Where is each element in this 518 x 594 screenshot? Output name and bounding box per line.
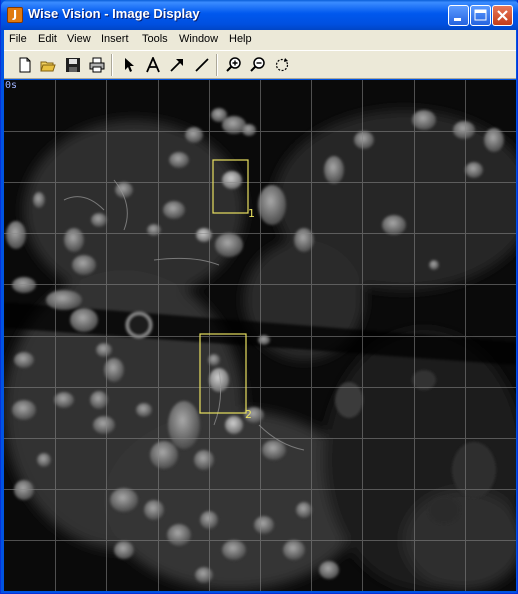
open-button[interactable] xyxy=(38,55,58,75)
menu-view[interactable]: View xyxy=(67,33,91,45)
menu-window[interactable]: Window xyxy=(179,33,218,45)
menu-file[interactable]: File xyxy=(9,33,27,45)
pointer-icon xyxy=(125,58,134,72)
menu-edit[interactable]: Edit xyxy=(38,33,57,45)
new-file-icon xyxy=(19,57,31,73)
app-icon[interactable]: J xyxy=(7,7,23,23)
insert-line-button[interactable] xyxy=(192,55,212,75)
app-window: J Wise Vision - Image Display File Edit … xyxy=(0,0,518,594)
arrow-icon xyxy=(170,59,183,72)
open-folder-icon xyxy=(40,61,56,72)
insert-arrow-button[interactable] xyxy=(167,55,187,75)
zoom-in-button[interactable] xyxy=(224,55,244,75)
new-file-button[interactable] xyxy=(15,55,35,75)
menu-insert[interactable]: Insert xyxy=(101,33,129,45)
save-icon xyxy=(66,58,80,72)
save-button[interactable] xyxy=(63,55,83,75)
minimize-icon xyxy=(454,18,461,21)
rotate-icon xyxy=(275,58,289,72)
fluorescence-image: 1 2 xyxy=(4,80,516,591)
toolbar-separator xyxy=(216,54,218,76)
image-canvas[interactable]: 1 2 0s xyxy=(4,80,516,591)
insert-text-button[interactable] xyxy=(143,55,163,75)
toolbar-separator xyxy=(111,54,113,76)
minimize-button[interactable] xyxy=(448,5,469,26)
roi-1-label: 1 xyxy=(248,207,255,220)
text-icon xyxy=(146,57,160,73)
menu-tools[interactable]: Tools xyxy=(142,33,168,45)
print-icon xyxy=(89,57,105,73)
close-button[interactable] xyxy=(492,5,513,26)
zoom-in-icon xyxy=(226,57,241,72)
maximize-button[interactable] xyxy=(470,5,491,26)
print-button[interactable] xyxy=(87,55,107,75)
title-bar[interactable]: J Wise Vision - Image Display xyxy=(1,0,518,30)
maximize-icon xyxy=(474,9,487,21)
frame-time-label: 0s xyxy=(5,80,18,91)
rotate-3d-button[interactable] xyxy=(272,55,292,75)
roi-2-label: 2 xyxy=(245,408,252,421)
close-icon xyxy=(497,10,508,21)
window-title: Wise Vision - Image Display xyxy=(28,6,200,21)
menu-bar: File Edit View Insert Tools Window Help xyxy=(4,30,516,50)
toolbar xyxy=(4,50,516,79)
select-pointer-button[interactable] xyxy=(119,55,139,75)
zoom-out-button[interactable] xyxy=(248,55,268,75)
zoom-out-icon xyxy=(250,57,265,72)
menu-help[interactable]: Help xyxy=(229,33,252,45)
line-icon xyxy=(195,58,209,72)
